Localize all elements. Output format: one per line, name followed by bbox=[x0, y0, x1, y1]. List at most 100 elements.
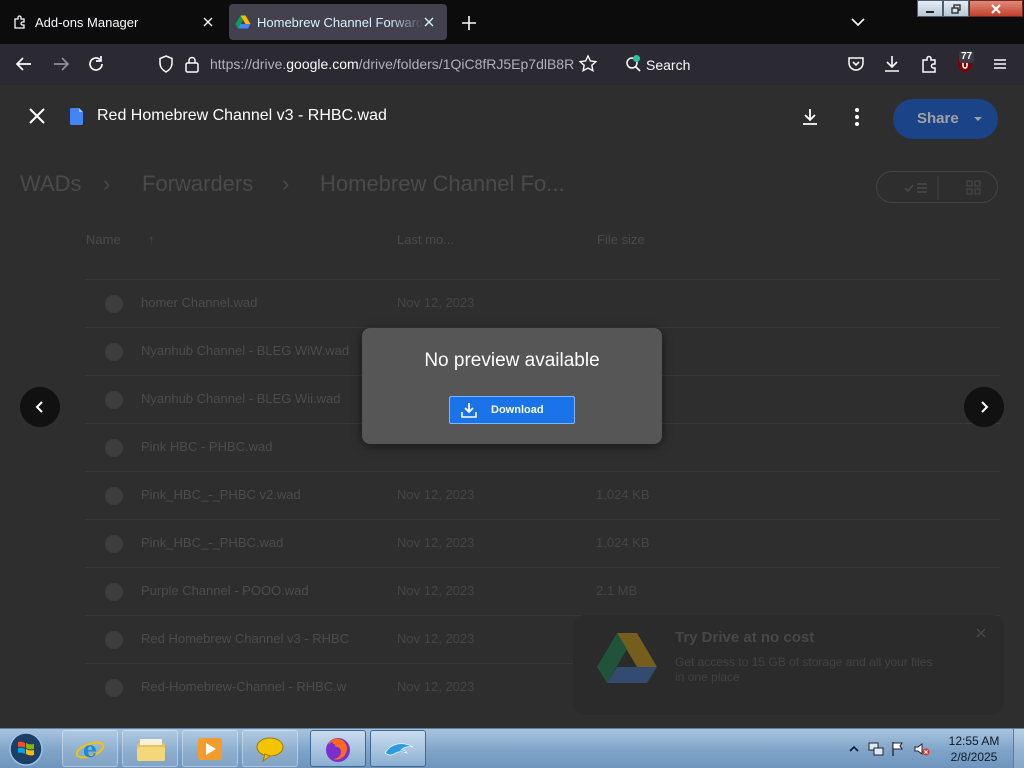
file-modified: Nov 12, 2023 bbox=[397, 295, 475, 310]
downloads-icon[interactable] bbox=[882, 54, 902, 74]
view-toggle[interactable] bbox=[876, 171, 998, 203]
address-bar[interactable]: https://drive.google.com/drive/folders/1… bbox=[146, 49, 608, 79]
system-clock[interactable]: 12:55 AM 2/8/2025 bbox=[942, 733, 1006, 765]
file-size: 1,024 KB bbox=[596, 487, 650, 502]
close-tab-icon[interactable] bbox=[421, 14, 437, 30]
taskbar-app-dolphin-emulator[interactable] bbox=[370, 730, 426, 767]
chevron-right-icon bbox=[981, 401, 989, 413]
firefox-icon bbox=[326, 738, 350, 762]
promo-title: Try Drive at no cost bbox=[675, 629, 815, 646]
taskbar-app-media-player[interactable] bbox=[182, 730, 238, 767]
promo-body: Get access to 15 GB of storage and all y… bbox=[675, 655, 933, 684]
close-tab-icon[interactable] bbox=[200, 14, 216, 30]
restore-button[interactable] bbox=[943, 0, 969, 17]
file-name: Purple Channel - POOO.wad bbox=[141, 583, 309, 598]
share-button[interactable]: Share bbox=[893, 99, 998, 139]
breadcrumb-item[interactable]: WADs bbox=[20, 171, 82, 197]
wad-file-icon bbox=[105, 391, 123, 409]
file-name: Pink_HBC_-_PHBC v2.wad bbox=[141, 487, 301, 502]
volume-muted-icon[interactable] bbox=[914, 741, 930, 757]
tracking-protection-shield-icon[interactable] bbox=[156, 54, 176, 74]
taskbar-app-firefox[interactable] bbox=[310, 730, 366, 767]
preview-file-title: Red Homebrew Channel v3 - RHBC.wad bbox=[97, 107, 387, 124]
dolphin-emulator-icon bbox=[384, 743, 414, 756]
file-modified: Nov 12, 2023 bbox=[397, 583, 475, 598]
close-promo-icon[interactable] bbox=[975, 627, 987, 639]
pocket-icon[interactable] bbox=[846, 54, 866, 74]
file-name: Pink_HBC_-_PHBC.wad bbox=[141, 535, 284, 550]
puzzle-icon bbox=[12, 14, 28, 30]
close-preview-icon[interactable] bbox=[26, 105, 48, 127]
file-size: 2.1 MB bbox=[596, 583, 638, 598]
table-row[interactable]: homer Channel.wad Nov 12, 2023 bbox=[85, 279, 1000, 327]
file-preview-header: Red Homebrew Channel v3 - RHBC.wad Share bbox=[0, 85, 1024, 149]
start-button[interactable] bbox=[4, 730, 48, 768]
breadcrumb-item[interactable]: Forwarders bbox=[142, 171, 253, 197]
column-header-file-size[interactable]: File size bbox=[597, 232, 645, 247]
taskbar-app-chat[interactable] bbox=[242, 730, 298, 767]
chat-icon bbox=[256, 737, 284, 763]
table-row[interactable]: Purple Channel - POOO.wad Nov 12, 2023 2… bbox=[85, 567, 1000, 615]
forward-arrow-icon[interactable] bbox=[51, 54, 71, 74]
action-center-flag-icon[interactable] bbox=[890, 741, 906, 757]
minimize-button[interactable] bbox=[917, 0, 943, 17]
no-preview-dialog: No preview available Download bbox=[362, 328, 662, 444]
tab-title: Add-ons Manager bbox=[35, 14, 139, 30]
clock-date: 2/8/2025 bbox=[950, 750, 998, 764]
search-bar[interactable]: Search bbox=[620, 49, 800, 79]
lock-icon[interactable] bbox=[182, 54, 202, 74]
bookmark-star-icon[interactable] bbox=[578, 54, 598, 74]
reload-icon[interactable] bbox=[86, 54, 106, 74]
table-row[interactable]: Pink_HBC_-_PHBC.wad Nov 12, 2023 1,024 K… bbox=[85, 519, 1000, 567]
google-drive-icon bbox=[235, 14, 251, 30]
breadcrumb-separator-icon: › bbox=[103, 171, 111, 196]
wad-file-icon bbox=[105, 583, 123, 601]
extension-badge-count: 77 bbox=[959, 51, 975, 63]
sort-arrow-up-icon[interactable]: ↑ bbox=[148, 232, 155, 247]
show-hidden-icons-arrow-icon[interactable] bbox=[846, 741, 862, 757]
breadcrumb-separator-icon: › bbox=[282, 171, 290, 196]
tab-add-ons-manager[interactable]: Add-ons Manager bbox=[4, 4, 226, 40]
share-dropdown-caret-icon[interactable] bbox=[973, 114, 983, 124]
close-window-button[interactable] bbox=[969, 0, 1023, 17]
tab-homebrew-channel-forwarders[interactable]: Homebrew Channel Forwarders bbox=[229, 4, 447, 40]
next-file-button[interactable] bbox=[964, 387, 1004, 427]
breadcrumb-item[interactable]: Homebrew Channel Fo... bbox=[320, 171, 565, 197]
taskbar-app-internet-explorer[interactable]: e bbox=[62, 730, 118, 767]
table-row[interactable]: Pink_HBC_-_PHBC v2.wad Nov 12, 2023 1,02… bbox=[85, 471, 1000, 519]
hamburger-menu-icon[interactable] bbox=[990, 54, 1010, 74]
back-arrow-icon[interactable] bbox=[14, 54, 34, 74]
extensions-puzzle-icon[interactable] bbox=[919, 54, 939, 74]
file-modified: Nov 12, 2023 bbox=[397, 679, 475, 694]
file-explorer-icon bbox=[137, 739, 165, 761]
file-modified: Nov 12, 2023 bbox=[397, 535, 475, 550]
list-all-tabs-chevron-icon[interactable] bbox=[848, 12, 868, 32]
download-label: Download bbox=[491, 404, 544, 416]
download-icon[interactable] bbox=[799, 106, 821, 128]
search-engine-icon bbox=[624, 54, 644, 74]
file-type-icon bbox=[70, 108, 83, 125]
column-header-last-modified[interactable]: Last mo... bbox=[397, 232, 454, 247]
url-text: https://drive.google.com/drive/folders/1… bbox=[210, 56, 574, 72]
tab-title: Homebrew Channel Forwarders bbox=[257, 14, 423, 30]
show-desktop-button[interactable] bbox=[1013, 729, 1024, 768]
new-tab-plus-icon[interactable] bbox=[458, 12, 480, 34]
clock-time: 12:55 AM bbox=[948, 734, 1000, 748]
download-tray-icon bbox=[461, 402, 477, 418]
network-icon[interactable] bbox=[868, 741, 884, 757]
download-button[interactable]: Download bbox=[449, 396, 575, 424]
taskbar-app-file-explorer[interactable] bbox=[122, 730, 178, 767]
chevron-left-icon bbox=[35, 401, 43, 413]
column-header-name[interactable]: Name bbox=[86, 232, 121, 247]
previous-file-button[interactable] bbox=[20, 387, 60, 427]
media-player-icon bbox=[198, 738, 222, 760]
file-modified: Nov 12, 2023 bbox=[397, 631, 475, 646]
file-name: homer Channel.wad bbox=[141, 295, 258, 310]
window-controls bbox=[917, 0, 1023, 18]
wad-file-icon bbox=[105, 679, 123, 697]
internet-explorer-icon: e bbox=[75, 737, 105, 763]
wad-file-icon bbox=[105, 535, 123, 553]
more-options-icon[interactable] bbox=[847, 106, 867, 128]
search-placeholder: Search bbox=[646, 57, 691, 73]
svg-text:e: e bbox=[83, 737, 97, 763]
